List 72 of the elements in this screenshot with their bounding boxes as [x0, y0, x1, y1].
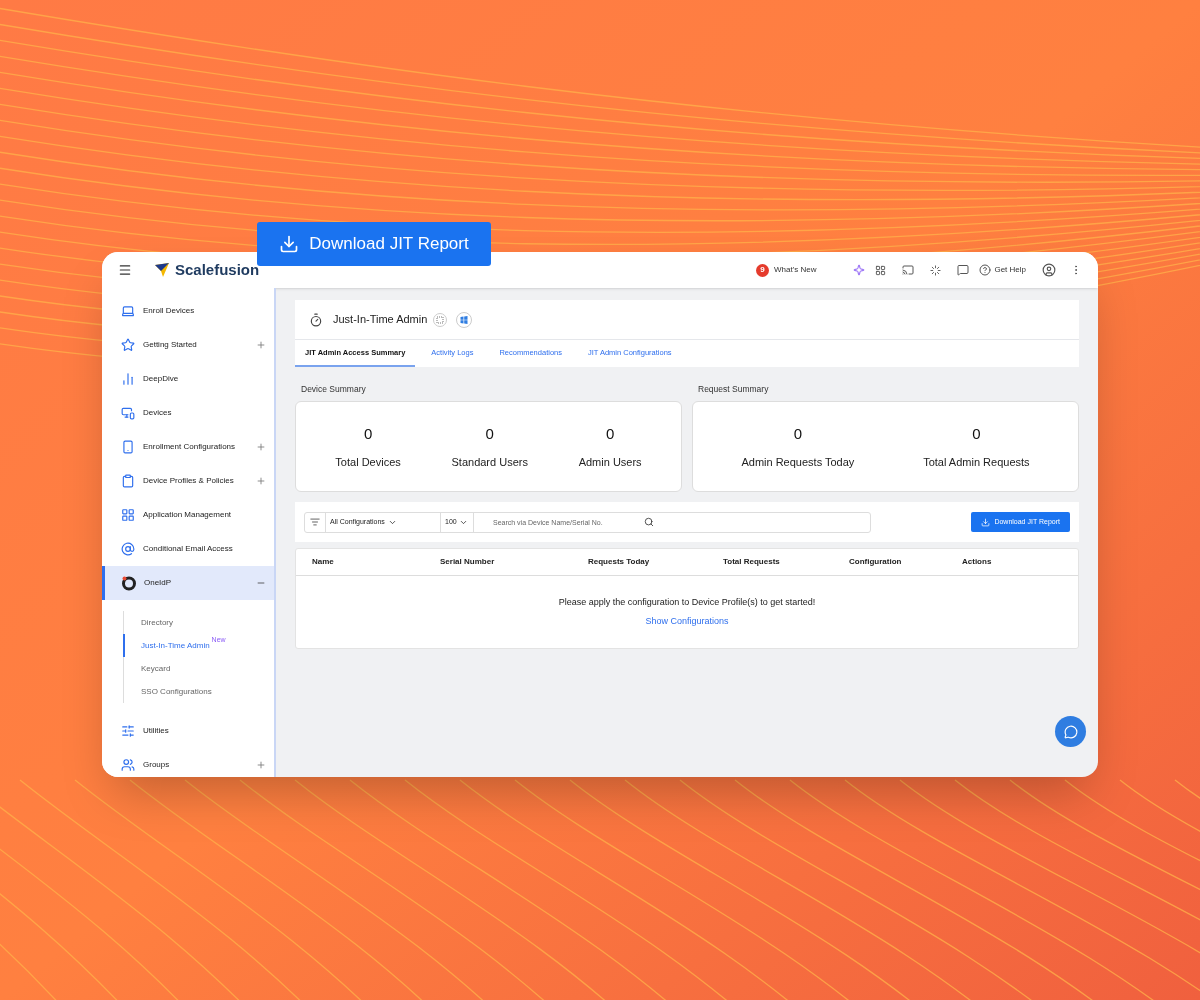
loader-icon[interactable] — [930, 264, 942, 276]
stat-value: 0 — [605, 423, 615, 444]
stat-label: Total Admin Requests — [923, 455, 1030, 470]
chat-bubble-icon — [1063, 724, 1078, 739]
menu-item-icon — [121, 474, 135, 488]
column-header: Requests Today — [588, 556, 651, 568]
sidebar-item[interactable]: Enrollment Configurations — [102, 430, 274, 464]
cast-icon[interactable] — [902, 264, 915, 276]
sidebar-item[interactable]: Application Management — [102, 498, 274, 532]
expand-icon[interactable] — [256, 760, 266, 770]
sidebar-item[interactable]: Utilities — [102, 714, 274, 748]
sidebar-item[interactable]: Enroll Devices — [102, 294, 274, 328]
submenu-item[interactable]: SSO Configurations — [123, 680, 274, 703]
menu-icon[interactable] — [118, 263, 132, 277]
column-header: Name — [312, 556, 335, 568]
summary-title: Request Summary — [697, 382, 770, 396]
expand-icon[interactable] — [256, 442, 266, 452]
stat-label: Total Devices — [335, 455, 401, 470]
show-configurations-link[interactable]: Show Configurations — [645, 614, 729, 628]
paper-plane-logo-icon — [154, 262, 170, 278]
user-avatar-icon[interactable] — [1042, 263, 1056, 277]
sort-icon[interactable] — [310, 517, 320, 527]
get-help-link[interactable]: Get Help — [994, 264, 1026, 276]
notification-count: 9 — [756, 263, 769, 277]
expand-icon[interactable] — [256, 476, 266, 486]
stat-label: Admin Users — [578, 455, 642, 470]
submenu-item[interactable]: Keycard — [123, 657, 274, 680]
sidebar-item[interactable]: DeepDive — [102, 362, 274, 396]
stopwatch-icon — [309, 312, 323, 327]
help-icon[interactable] — [979, 264, 992, 276]
grid-icon[interactable] — [875, 264, 887, 276]
menu-item-icon — [121, 372, 135, 386]
sidebar-item[interactable]: Groups — [102, 748, 274, 777]
summary-title: Device Summary — [300, 382, 367, 396]
stat-value: 0 — [485, 423, 494, 444]
menu-item-icon — [121, 508, 135, 522]
menu-item-icon — [121, 304, 135, 318]
ring-logo-icon — [121, 575, 137, 591]
search-icon[interactable] — [644, 517, 654, 527]
sidebar-item[interactable]: OneIdP — [102, 566, 274, 600]
submenu-item[interactable]: Directory — [123, 611, 274, 634]
download-icon — [279, 234, 300, 254]
stat-label: Admin Requests Today — [741, 455, 855, 470]
stat-value: 0 — [793, 423, 803, 444]
sidebar-item[interactable]: Conditional Email Access — [102, 532, 274, 566]
brand-name: Scalefusion — [175, 259, 260, 280]
menu-item-icon — [121, 542, 135, 556]
sparkle-icon[interactable] — [853, 264, 866, 276]
column-header: Total Requests — [723, 556, 781, 568]
chat-icon[interactable] — [957, 264, 970, 276]
chat-launcher-button[interactable] — [1055, 716, 1086, 747]
column-header: Actions — [962, 556, 993, 568]
menu-item-icon — [121, 758, 135, 772]
stat-value: 0 — [363, 423, 373, 444]
sidebar-item[interactable]: Device Profiles & Policies — [102, 464, 274, 498]
sidebar-item[interactable]: Getting Started — [102, 328, 274, 362]
download-icon — [981, 517, 991, 527]
column-header: Serial Number — [440, 556, 496, 568]
stat-label: Standard Users — [451, 455, 528, 470]
menu-item-icon — [121, 724, 135, 738]
menu-item-icon — [121, 338, 135, 352]
page-title: Just-In-Time Admin — [333, 312, 428, 328]
expand-icon[interactable] — [256, 340, 266, 350]
windows-badge-icon — [456, 311, 473, 328]
menu-item-icon — [121, 440, 135, 454]
download-report-promo-button[interactable]: Download JIT Report — [257, 222, 491, 266]
whats-new-link[interactable]: What's New — [774, 264, 817, 276]
menu-item-icon — [121, 406, 135, 420]
empty-state-message: Please apply the configuration to Device Profile(s) to get started! — [558, 596, 816, 609]
sidebar-item[interactable]: Devices — [102, 396, 274, 430]
stat-value: 0 — [972, 423, 981, 444]
column-header: Configuration — [849, 556, 903, 568]
